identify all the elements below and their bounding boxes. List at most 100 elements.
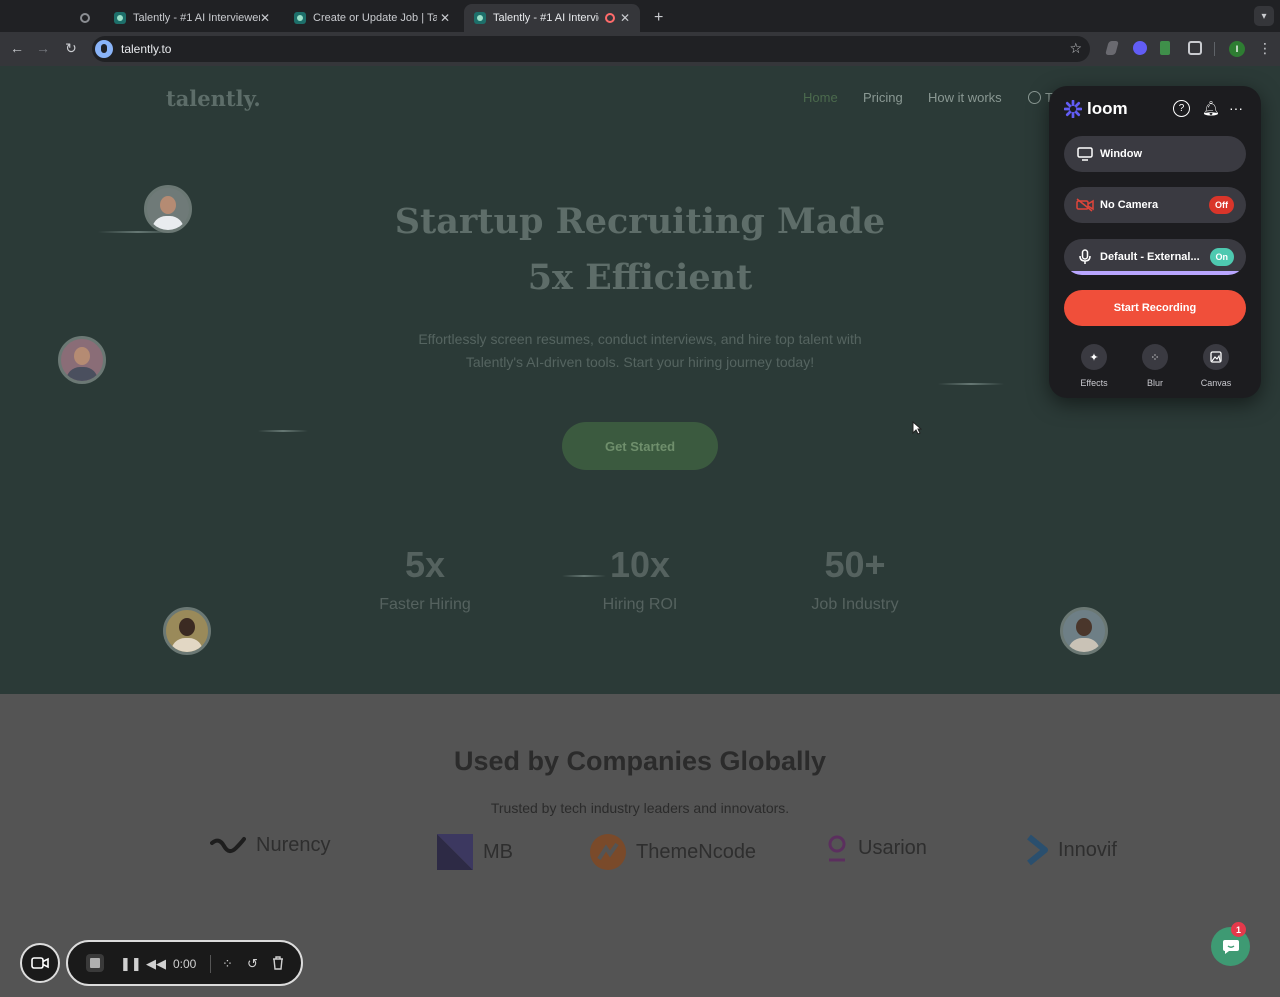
loom-extension-icon[interactable]: [1133, 41, 1147, 55]
innovif-logo-icon: [1027, 834, 1048, 866]
tab-search-button[interactable]: ▾: [1254, 6, 1274, 26]
new-tab-button[interactable]: +: [644, 4, 672, 32]
blur-dots-icon[interactable]: ⁘: [222, 956, 233, 972]
stop-button[interactable]: [86, 954, 104, 972]
talently-logo[interactable]: talently.: [166, 86, 261, 111]
company-name: Nurency: [256, 834, 331, 856]
avatar-head: [74, 347, 90, 365]
help-icon[interactable]: ?: [1173, 100, 1190, 117]
profile-avatar[interactable]: I: [1229, 41, 1245, 57]
sparkle-icon: ✦: [1081, 344, 1107, 370]
toolbar-divider: [1214, 42, 1215, 56]
more-options-icon[interactable]: ···: [1229, 100, 1243, 116]
mb-logo-icon: [437, 834, 473, 870]
avatar-body: [152, 216, 184, 230]
camera-select[interactable]: No Camera Off: [1064, 187, 1246, 223]
rewind-icon[interactable]: ◀◀: [146, 956, 166, 972]
talently-favicon: [294, 12, 306, 24]
company-name: MB: [483, 840, 513, 863]
tab-title: Talently - #1 AI Interviewer: [133, 12, 260, 24]
effects-button[interactable]: ✦ Effects: [1070, 344, 1118, 388]
stat-job-industry: 50+ Job Industry: [755, 544, 955, 614]
bar-divider: [210, 955, 211, 973]
company-logo-usarion: Usarion: [826, 834, 927, 862]
tab-recording[interactable]: [70, 4, 106, 32]
camera-off-icon: [1076, 198, 1094, 212]
company-name: Usarion: [858, 836, 927, 859]
nav-pricing[interactable]: Pricing: [863, 90, 903, 105]
effects-label: Effects: [1080, 378, 1108, 388]
extensions-puzzle-icon[interactable]: [1188, 41, 1202, 55]
canvas-label: Canvas: [1200, 378, 1232, 388]
extension-pen-icon[interactable]: [1105, 41, 1119, 55]
microphone-toggle[interactable]: On: [1209, 248, 1234, 266]
pause-icon[interactable]: ❚❚: [120, 956, 142, 972]
chat-bubble-icon: [1222, 939, 1239, 954]
stat-label: Faster Hiring: [379, 596, 471, 613]
menu-kebab-icon[interactable]: ⋮: [1258, 40, 1272, 57]
tab-talently-1[interactable]: Talently - #1 AI Interviewer ✕: [104, 4, 280, 32]
avatar: [163, 607, 211, 655]
address-bar[interactable]: talently.to ☆: [92, 36, 1090, 62]
screen-source-select[interactable]: Window: [1064, 136, 1246, 172]
nav-home[interactable]: Home: [803, 90, 838, 105]
close-tab-icon[interactable]: ✕: [260, 11, 270, 25]
get-started-button[interactable]: Get Started: [562, 422, 718, 470]
usarion-logo-icon: [828, 835, 846, 862]
delete-trash-icon[interactable]: [272, 956, 284, 975]
bookmark-star-icon[interactable]: ☆: [1069, 40, 1082, 57]
companies-subtitle: Trusted by tech industry leaders and inn…: [490, 800, 790, 816]
avatar-head: [179, 618, 195, 636]
stat-hiring-roi: 10x Hiring ROI: [540, 544, 740, 614]
microphone-select[interactable]: Default - External... On: [1064, 239, 1246, 275]
avatar-body: [66, 367, 98, 381]
back-icon[interactable]: ←: [8, 40, 26, 56]
tab-title: Create or Update Job | Talently: [313, 12, 437, 24]
mouse-cursor-icon: [912, 421, 922, 435]
stat-value: 50+: [824, 544, 886, 585]
stat-label: Job Industry: [811, 596, 899, 613]
companies-title: Used by Companies Globally: [453, 746, 827, 776]
hero-subtitle: Effortlessly screen resumes, conduct int…: [418, 331, 862, 370]
decor-line: [258, 430, 308, 432]
company-logo-innovif: Innovif: [1026, 834, 1117, 866]
stop-icon: [90, 958, 100, 968]
blur-label: Blur: [1146, 378, 1163, 388]
blur-dots-icon: ⁘: [1142, 344, 1168, 370]
record-icon: [80, 13, 90, 23]
bell-icon[interactable]: 🔔︎: [1202, 100, 1220, 117]
tab-talently-active[interactable]: Talently - #1 AI Interviewer ✕: [464, 4, 640, 32]
themencode-logo-icon: [590, 834, 626, 870]
site-info-icon[interactable]: [95, 40, 113, 58]
avatar-body: [171, 638, 203, 652]
avatar: [1060, 607, 1108, 655]
recording-control-bar: ❚❚ ◀◀ 0:00 ⁘ ↺: [66, 940, 303, 986]
reload-icon[interactable]: ↻: [62, 40, 80, 57]
camera-toggle[interactable]: Off: [1209, 196, 1234, 214]
browser-toolbar: ← → ↻ talently.to ☆ I ⋮: [0, 32, 1280, 66]
start-recording-button[interactable]: Start Recording: [1064, 290, 1246, 326]
camera-bubble-toggle[interactable]: [20, 943, 60, 983]
avatar-body: [1068, 638, 1100, 652]
forward-icon[interactable]: →: [34, 40, 52, 56]
stat-value: 5x: [404, 544, 446, 585]
tab-create-job[interactable]: Create or Update Job | Talently ✕: [284, 4, 460, 32]
avatar: [144, 185, 192, 233]
restart-icon[interactable]: ↺: [247, 956, 258, 972]
plus-icon: +: [654, 9, 664, 26]
avatar-head: [160, 196, 176, 214]
canvas-button[interactable]: Canvas: [1192, 344, 1240, 388]
image-icon: [1203, 344, 1229, 370]
close-tab-icon[interactable]: ✕: [620, 11, 630, 25]
stat-label: Hiring ROI: [602, 596, 678, 613]
hero-title: Startup Recruiting Made 5x Efficient: [394, 201, 886, 298]
close-tab-icon[interactable]: ✕: [440, 11, 450, 25]
unread-badge: 1: [1231, 922, 1246, 937]
blur-button[interactable]: ⁘ Blur: [1131, 344, 1179, 388]
extension-leaf-icon[interactable]: [1160, 41, 1170, 55]
recording-indicator-icon: [605, 13, 615, 23]
loom-brand-name: loom: [1087, 99, 1128, 118]
url-text[interactable]: talently.to: [121, 42, 171, 56]
nav-how-it-works[interactable]: How it works: [928, 90, 1002, 105]
chevron-down-icon: ▾: [1261, 10, 1267, 22]
